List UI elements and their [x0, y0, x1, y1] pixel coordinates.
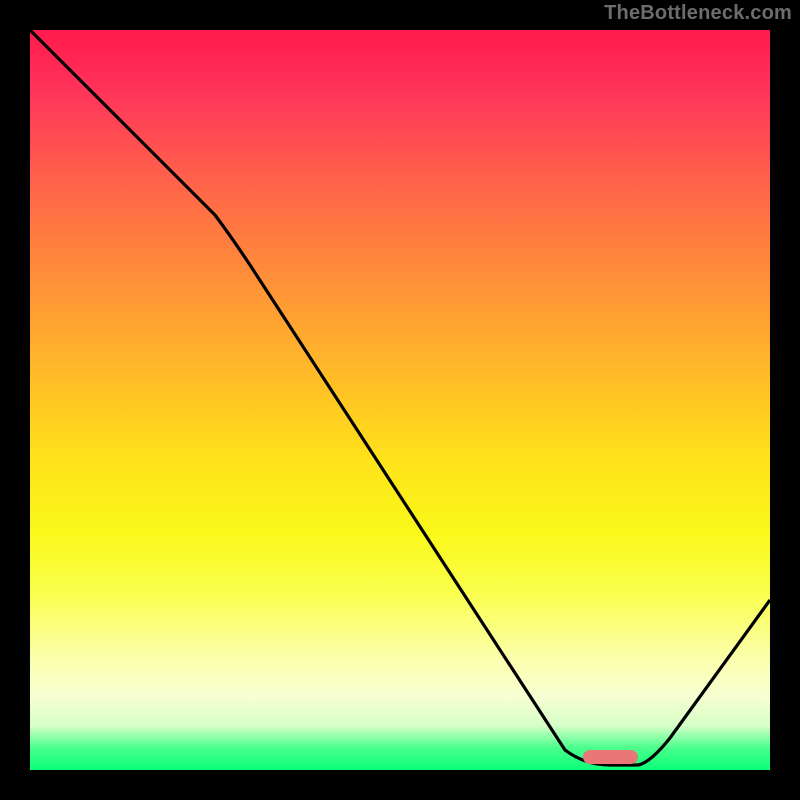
watermark-text: TheBottleneck.com	[604, 2, 792, 25]
bottleneck-curve	[30, 30, 770, 770]
optimal-marker	[583, 750, 638, 764]
chart-plot-area	[30, 30, 770, 770]
curve-path	[30, 30, 770, 765]
